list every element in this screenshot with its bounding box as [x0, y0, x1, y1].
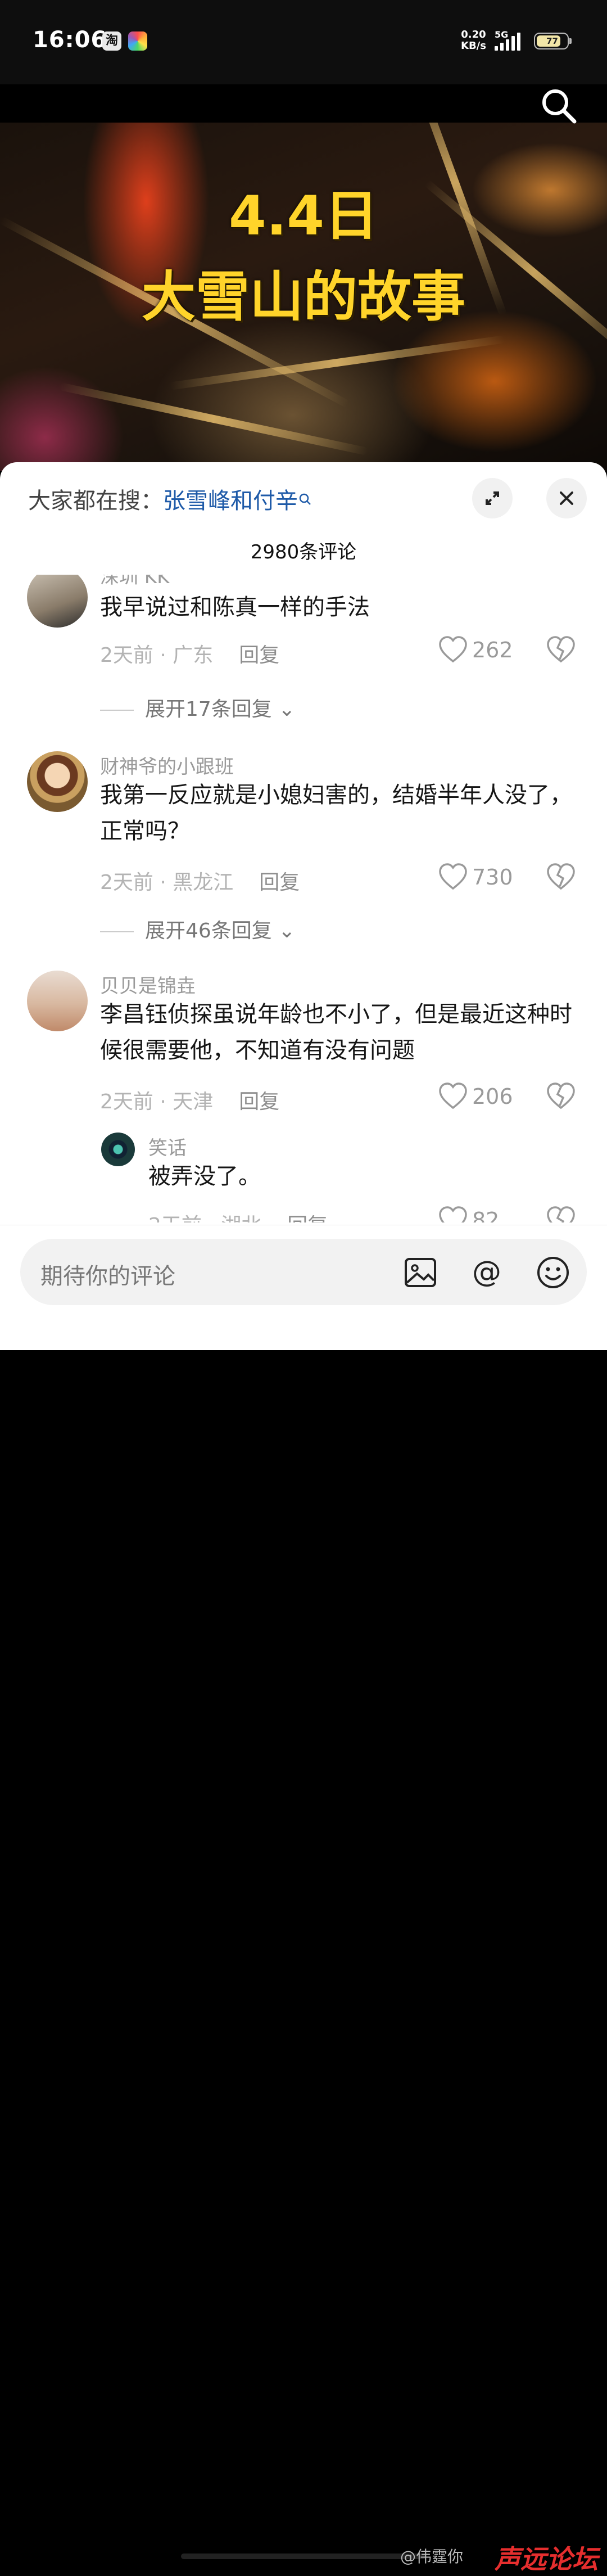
net-speed: 0.20 KB/s — [461, 29, 486, 52]
close-icon — [560, 491, 573, 505]
like-count: 262 — [472, 638, 513, 662]
comment-location: 广东 — [173, 644, 214, 667]
hot-search[interactable]: 大家都在搜：张雪峰和付辛 — [28, 482, 312, 515]
comment-time: 2天前 — [148, 1214, 202, 1222]
broken-heart-icon — [547, 1206, 575, 1222]
mention-button[interactable]: @ — [466, 1252, 507, 1293]
chevron-down-icon: ⌄ — [278, 919, 296, 942]
like-count: 82 — [472, 1208, 500, 1222]
status-time: 16:06 — [33, 27, 107, 53]
emoji-icon — [537, 1257, 569, 1288]
svg-text:@: @ — [472, 1255, 501, 1289]
small-search-icon — [298, 488, 312, 514]
comment-list[interactable]: 深圳 KK 我早说过和陈真一样的手法 2天前 · 广东 回复 262 展开17条回… — [0, 575, 607, 1222]
comment-location: 黑龙江 — [173, 871, 234, 894]
search-icon[interactable] — [540, 85, 579, 125]
watermark-text: @伟霆你 — [400, 2547, 464, 2566]
at-icon: @ — [472, 1255, 501, 1289]
comment-input-bar: 期待你的评论 @ @伟霆你 声远论坛 — [0, 1225, 607, 2574]
forum-logo: 声远论坛 — [495, 2544, 598, 2574]
heart-icon — [439, 636, 467, 663]
image-button[interactable] — [400, 1252, 441, 1293]
network-type: 5G — [495, 29, 509, 40]
broken-heart-icon — [547, 863, 575, 890]
comments-sheet: 大家都在搜：张雪峰和付辛 2980条评论 深圳 KK 我早说过和陈真一样的手法 … — [0, 462, 607, 1350]
expand-replies-label: 展开17条回复 — [145, 698, 272, 721]
expand-replies-label: 展开46条回复 — [145, 919, 272, 942]
net-speed-unit: KB/s — [461, 40, 486, 52]
expand-fullscreen-button[interactable] — [472, 478, 513, 518]
broken-heart-icon — [547, 636, 575, 663]
image-icon — [405, 1258, 436, 1287]
dislike-button[interactable] — [545, 1080, 579, 1113]
comment-text: 我早说过和陈真一样的手法 — [100, 594, 370, 620]
comment-location: 天津 — [173, 1090, 214, 1113]
like-button[interactable]: 730 — [438, 860, 517, 894]
comment-time: 2天前 — [100, 644, 153, 667]
like-count: 730 — [472, 865, 513, 890]
home-indicator[interactable] — [181, 2554, 426, 2559]
like-button[interactable]: 206 — [438, 1080, 517, 1113]
video-title-line2: 大雪山的故事 — [142, 265, 465, 328]
heart-icon — [439, 1082, 467, 1109]
reply-button[interactable]: 回复 — [287, 1214, 328, 1222]
comment-text: 我第一反应就是小媳妇害的，结婚半年人没了，正常吗？ — [100, 782, 572, 844]
broken-heart-icon — [547, 1082, 575, 1109]
hot-search-label: 大家都在搜： — [28, 488, 163, 514]
net-speed-value: 0.20 — [461, 29, 486, 40]
comment-username[interactable]: 笑话 — [148, 1133, 187, 1160]
dislike-button[interactable] — [545, 1203, 579, 1222]
video-player[interactable]: 4.4日 大雪山的故事 — [0, 123, 607, 471]
signal-icon: 5G — [495, 29, 528, 52]
like-count: 206 — [472, 1084, 513, 1109]
status-bar: 16:06 淘 0.20 KB/s 5G 77 — [0, 0, 607, 84]
emoji-button[interactable] — [533, 1252, 573, 1293]
comment-username[interactable]: 贝贝是锦垚 — [100, 971, 196, 998]
comment-username[interactable]: 财神爷的小跟班 — [100, 751, 234, 779]
comment-location: 湖北 — [221, 1214, 261, 1222]
avatar[interactable] — [27, 575, 88, 628]
comment-count: 2980条评论 — [250, 541, 357, 563]
comment-meta: 2天前 · 黑龙江 回复 — [100, 871, 300, 894]
video-title-line1: 4.4日 — [228, 184, 379, 247]
heart-icon — [439, 1206, 467, 1222]
battery-icon: 77 — [534, 33, 572, 49]
comment-input[interactable]: 期待你的评论 @ — [20, 1239, 587, 1305]
reply-button[interactable]: 回复 — [239, 1090, 279, 1113]
comment-time: 2天前 — [100, 871, 153, 894]
comment-time: 2天前 — [100, 1090, 153, 1113]
heart-icon — [439, 863, 467, 890]
comment-username[interactable]: 深圳 KK — [100, 575, 169, 589]
close-button[interactable] — [546, 478, 587, 518]
expand-replies-button[interactable]: 展开46条回复 ⌄ — [100, 914, 295, 944]
reply-button[interactable]: 回复 — [239, 644, 279, 667]
comment-input-placeholder: 期待你的评论 — [40, 1264, 175, 1289]
photos-icon — [128, 31, 147, 51]
expand-replies-button[interactable]: 展开17条回复 ⌄ — [100, 693, 295, 722]
dislike-button[interactable] — [545, 860, 579, 894]
battery-level: 77 — [537, 35, 560, 47]
like-button[interactable]: 82 — [438, 1203, 517, 1222]
taobao-icon: 淘 — [102, 31, 121, 51]
comment-text: 李昌钰侦探虽说年龄也不小了，但是最近这种时候很需要他，不知道有没有问题 — [100, 1001, 572, 1063]
hot-search-keyword[interactable]: 张雪峰和付辛 — [163, 488, 298, 514]
comment-text: 被弄没了。 — [148, 1163, 261, 1189]
avatar[interactable] — [27, 971, 88, 1031]
chevron-down-icon: ⌄ — [278, 698, 296, 721]
avatar[interactable] — [27, 751, 88, 812]
comment-meta: 2天前 · 广东 回复 — [100, 644, 280, 667]
comment-meta: 2天前 · 天津 回复 — [100, 1090, 280, 1113]
comment-meta: 2天前 · 湖北回复 — [148, 1209, 328, 1222]
reply-button[interactable]: 回复 — [259, 871, 300, 894]
dislike-button[interactable] — [545, 633, 579, 667]
expand-icon — [486, 491, 499, 505]
like-button[interactable]: 262 — [438, 633, 517, 667]
avatar[interactable] — [101, 1133, 135, 1166]
